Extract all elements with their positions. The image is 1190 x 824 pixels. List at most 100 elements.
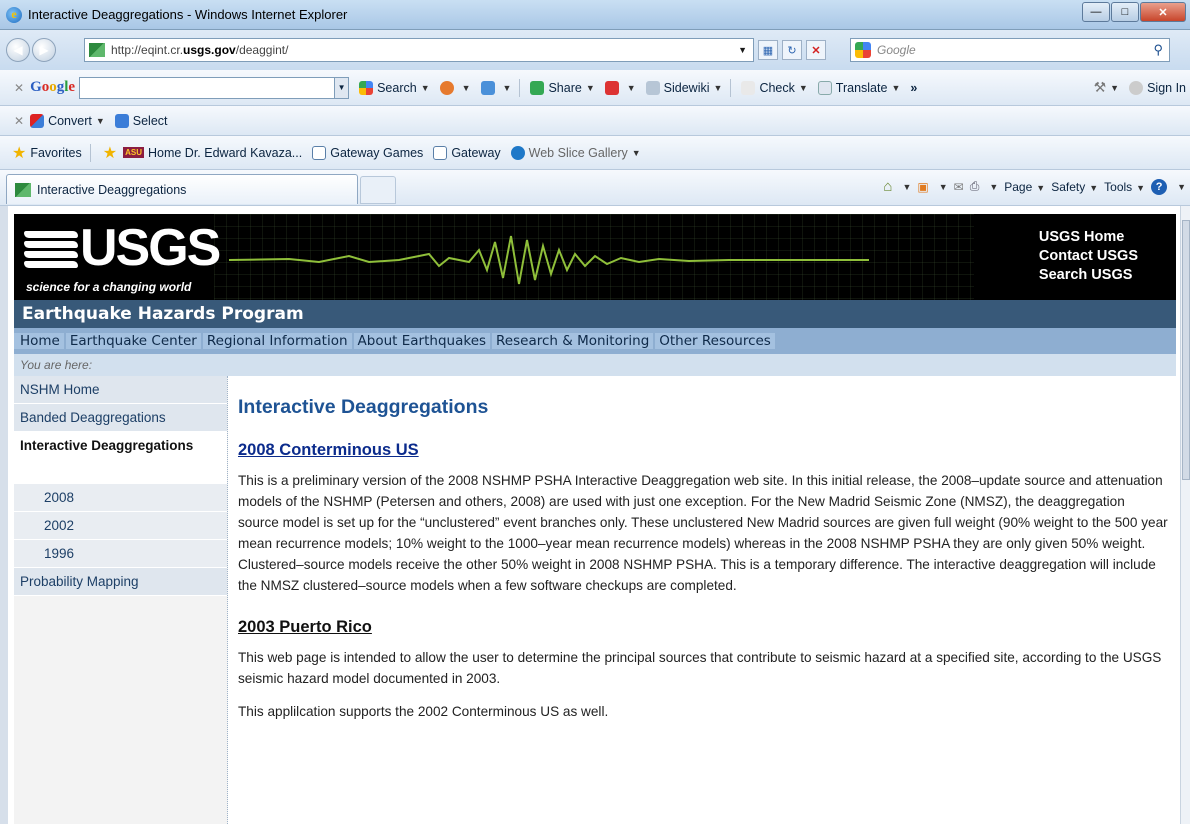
vertical-scrollbar[interactable] [1180, 206, 1190, 824]
usgs-wordmark: USGS [80, 219, 221, 277]
select-button[interactable]: Select [114, 113, 168, 128]
page-icon [312, 145, 327, 160]
toolbar-plus-button[interactable]: ▼ [480, 80, 511, 95]
forward-button[interactable]: ▶ [32, 38, 56, 62]
select-icon [114, 113, 129, 128]
sign-in-button[interactable]: Sign In [1129, 80, 1186, 95]
nav-about-earthquakes[interactable]: About Earthquakes [353, 333, 491, 349]
usgs-home-link[interactable]: USGS Home [1039, 228, 1138, 247]
close-toolbar-icon[interactable]: ✕ [14, 114, 24, 128]
google-logo: Google [30, 79, 76, 95]
spellcheck-button[interactable]: Check ▼ [741, 80, 808, 95]
nav-regional-information[interactable]: Regional Information [202, 333, 352, 349]
sidebar-item-banded-deaggregations[interactable]: Banded Deaggregations [14, 404, 227, 432]
nav-earthquake-center[interactable]: Earthquake Center [65, 333, 201, 349]
address-dropdown-icon[interactable]: ▼ [738, 45, 747, 55]
contact-usgs-link[interactable]: Contact USGS [1039, 247, 1138, 266]
maximize-button[interactable]: □ [1111, 2, 1139, 22]
url-prefix: http://eqint.cr. [111, 43, 184, 57]
home-icon[interactable]: ⌂ [883, 178, 892, 195]
tools-menu[interactable]: Tools ▼ [1104, 180, 1145, 194]
main-content: Interactive Deaggregations 2008 Contermi… [238, 376, 1168, 734]
section-2003-description: This web page is intended to allow the u… [238, 650, 1162, 686]
usgs-wave-icon [24, 228, 78, 270]
favorite-item-home[interactable]: ASU Home Dr. Edward Kavaza... [123, 146, 302, 160]
sidebar-item-2002[interactable]: 2002 [14, 512, 227, 540]
new-tab-button[interactable] [360, 176, 396, 204]
page-menu[interactable]: Page ▼ [1004, 180, 1045, 194]
add-favorite-button[interactable]: ★ [103, 143, 121, 163]
minimize-button[interactable]: — [1082, 2, 1110, 22]
nav-home[interactable]: Home [14, 333, 64, 349]
mail-icon[interactable]: ✉ [954, 180, 964, 194]
popup-blocker-icon [604, 80, 619, 95]
refresh-icon[interactable]: ↻ [782, 40, 802, 60]
pdf-convert-toolbar: ✕ Convert ▼ Select [0, 106, 1190, 136]
scrollbar-thumb[interactable] [1182, 220, 1190, 480]
section-2008-description: This is a preliminary version of the 200… [238, 473, 1168, 593]
star-icon: ★ [12, 144, 27, 162]
tab-interactive-deaggregations[interactable]: Interactive Deaggregations [6, 174, 358, 204]
compatibility-view-icon[interactable]: ▦ [758, 40, 778, 60]
address-bar[interactable]: http://eqint.cr.usgs.gov/deaggint/ ▼ [84, 38, 754, 62]
google-search-provider-icon [855, 42, 871, 58]
sidebar-item-2008[interactable]: 2008 [14, 484, 227, 512]
bookmark-icon [439, 80, 454, 95]
url-domain: usgs.gov [183, 43, 236, 57]
left-sidebar: NSHM Home Banded Deaggregations Interact… [14, 376, 228, 824]
section-2008-conterminous-us-link[interactable]: 2008 Conterminous US [238, 441, 419, 459]
google-icon [359, 80, 374, 95]
toolbar-bookmark-button[interactable]: ▼ [439, 80, 471, 95]
more-buttons-chevron[interactable]: » [910, 81, 917, 95]
page-icon [433, 145, 448, 160]
chevron-down-icon[interactable]: ▼ [334, 77, 349, 98]
favorites-button[interactable]: ★ Favorites [12, 143, 82, 163]
convert-button[interactable]: Convert ▼ [30, 113, 105, 128]
safety-menu[interactable]: Safety ▼ [1051, 180, 1098, 194]
site-favicon-icon [15, 182, 31, 197]
feeds-icon[interactable]: ▣ [917, 180, 928, 194]
sidebar-item-probability-mapping[interactable]: Probability Mapping [14, 568, 227, 596]
ie-icon [510, 145, 525, 160]
wrench-settings-button[interactable]: ⚒ ▼ [1094, 79, 1119, 96]
back-button[interactable]: ◀ [6, 38, 30, 62]
google-toolbar-input[interactable]: ▼ [79, 76, 350, 99]
stop-icon[interactable]: ✕ [806, 40, 826, 60]
search-icon[interactable]: ⚲ [1153, 42, 1163, 58]
favorite-item-web-slice-gallery[interactable]: Web Slice Gallery ▼ [510, 145, 641, 160]
translate-button[interactable]: Translate ▼ [817, 80, 900, 95]
tab-title: Interactive Deaggregations [37, 182, 187, 197]
sidewiki-button[interactable]: Sidewiki ▼ [645, 80, 722, 95]
sidewiki-icon [645, 80, 660, 95]
help-icon[interactable]: ? [1151, 178, 1168, 195]
window-title: Interactive Deaggregations - Windows Int… [28, 7, 348, 22]
popup-blocker-button[interactable]: ▼ [604, 80, 636, 95]
usgs-header-links: USGS Home Contact USGS Search USGS [1039, 228, 1138, 285]
top-navigation: Home Earthquake Center Regional Informat… [14, 328, 1176, 354]
usgs-logo[interactable]: USGS science for a changing world [22, 218, 232, 298]
sidebar-item-1996[interactable]: 1996 [14, 540, 227, 568]
google-search-button[interactable]: Search ▼ [359, 80, 430, 95]
asu-logo-icon: ASU [123, 147, 144, 158]
breadcrumb: You are here: [14, 354, 1176, 376]
search-box[interactable]: Google ⚲ [850, 38, 1170, 62]
search-placeholder: Google [877, 43, 916, 57]
section-2003-puerto-rico-heading: 2003 Puerto Rico [238, 618, 372, 636]
nav-research-monitoring[interactable]: Research & Monitoring [492, 333, 654, 349]
user-icon [1129, 80, 1144, 95]
program-title[interactable]: Earthquake Hazards Program [14, 300, 1176, 328]
page-viewport: USGS science for a changing world USGS H… [0, 206, 1190, 824]
close-toolbar-icon[interactable]: ✕ [14, 81, 24, 95]
nav-other-resources[interactable]: Other Resources [655, 333, 775, 349]
sidebar-item-interactive-deaggregations[interactable]: Interactive Deaggregations [14, 432, 227, 484]
favorite-item-gateway[interactable]: Gateway [433, 145, 501, 160]
favorite-item-gateway-games[interactable]: Gateway Games [312, 145, 423, 160]
print-icon[interactable]: ⎙ [970, 179, 980, 194]
close-button[interactable]: ✕ [1140, 2, 1186, 22]
add-favorite-icon: ★ [102, 144, 118, 162]
ie-logo-icon: e [6, 6, 22, 23]
sidebar-item-nshm-home[interactable]: NSHM Home [14, 376, 227, 404]
search-usgs-link[interactable]: Search USGS [1039, 266, 1138, 285]
site-favicon-icon [89, 43, 105, 57]
share-button[interactable]: Share ▼ [530, 80, 595, 95]
